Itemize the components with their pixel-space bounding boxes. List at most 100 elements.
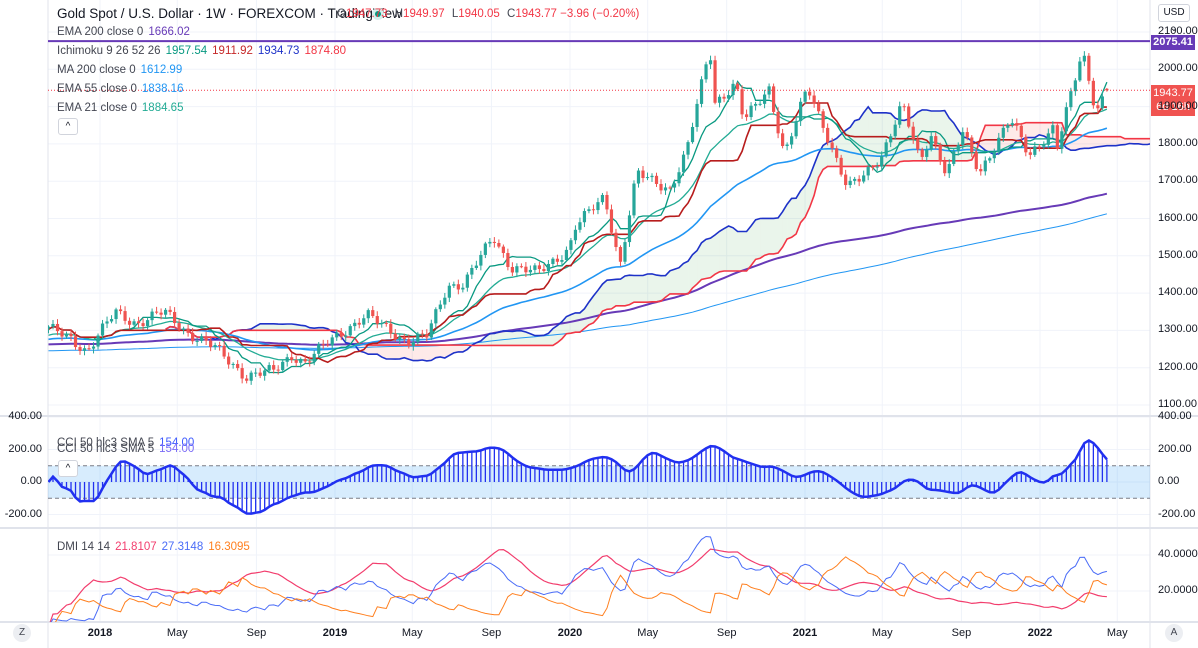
cloud-segment (728, 226, 734, 272)
candle-body (600, 194, 605, 203)
candle-body (1087, 55, 1091, 81)
candle (429, 319, 433, 340)
candle-body (609, 209, 614, 233)
collapse-cci-legend-button[interactable]: ^ (58, 460, 78, 477)
candle-body (650, 175, 654, 178)
candle (578, 217, 582, 233)
cci-tick-label: 0.00 (1158, 475, 1180, 487)
cci-tick-label-left: 400.00 (8, 410, 42, 422)
time-tick-label: 2018 (87, 627, 113, 639)
candle (78, 344, 82, 355)
candle (573, 225, 578, 245)
candle-body (78, 347, 82, 351)
cloud-segment (1152, 139, 1157, 144)
candle-body (1078, 61, 1082, 81)
legend-cci-2[interactable]: CCI 50 hlc3 SMA 5 154.00 (57, 443, 199, 455)
time-tick-label: Sep (246, 627, 267, 639)
legend-ma200[interactable]: MA 200 close 0 1612.99 (57, 64, 187, 76)
candle-body (82, 348, 87, 351)
candle-body (1037, 146, 1041, 148)
candle (204, 331, 208, 345)
candle-body (231, 363, 235, 365)
cci-tick-label: 200.00 (1158, 442, 1192, 455)
candle (1087, 53, 1091, 85)
cloud-segment (692, 250, 698, 288)
candle (1073, 78, 1077, 96)
candle (979, 164, 983, 176)
currency-select[interactable]: USD ⌄ (1158, 4, 1190, 34)
legend-ichimoku[interactable]: Ichimoku 9 26 52 26 1957.54 1911.92 1934.73… (57, 45, 351, 57)
candle (546, 259, 551, 276)
cloud-segment (1097, 136, 1103, 147)
candle-body (425, 334, 429, 338)
candle-body (497, 243, 501, 247)
candle-body (681, 154, 686, 173)
candle-body (911, 126, 915, 140)
zoom-reset-button[interactable]: Z (13, 624, 31, 642)
candle-body (555, 258, 560, 262)
candle (596, 197, 600, 215)
candle (438, 300, 442, 312)
candle-body (60, 331, 64, 337)
cloud-segment (368, 345, 373, 355)
candle (452, 281, 456, 288)
auto-scale-button[interactable]: A (1165, 624, 1183, 642)
candle (826, 123, 830, 146)
candle-body (717, 96, 722, 103)
legend-ema55[interactable]: EMA 55 close 0 1838.16 (57, 83, 188, 95)
candle (587, 206, 591, 214)
candle-body (443, 297, 447, 305)
price-tick-label: 2100.00 (1158, 25, 1198, 37)
candle (375, 311, 379, 329)
candle-body (209, 340, 213, 348)
candle-body (848, 180, 852, 186)
collapse-legend-button[interactable]: ^ (58, 118, 78, 135)
cloud-segment (570, 312, 576, 334)
cloud-segment (715, 231, 720, 275)
cloud-segment (719, 228, 725, 272)
candle-body (73, 336, 78, 348)
cloud-segment (706, 238, 711, 279)
candle (771, 83, 776, 115)
candle-body (785, 144, 789, 147)
candle-body (947, 163, 951, 174)
cloud-segment (931, 110, 936, 161)
candle (627, 210, 632, 247)
cci-tick-label: 400.00 (1158, 410, 1192, 422)
candle (236, 360, 240, 371)
time-tick-label: May (401, 627, 423, 639)
candle-body (997, 137, 1001, 153)
candle-body (1064, 107, 1068, 132)
legend-ema200[interactable]: EMA 200 close 0 1666.02 (57, 26, 195, 38)
candle-body (384, 322, 388, 324)
candle-body (582, 211, 587, 223)
candle (839, 154, 843, 177)
candle-body (96, 335, 100, 347)
candle-body (952, 151, 956, 164)
candle-body (1055, 125, 1059, 149)
candle (105, 316, 109, 329)
candle-body (51, 323, 55, 327)
candle-body (240, 368, 244, 379)
candle-body (182, 328, 186, 330)
candle (799, 97, 803, 126)
candle (1069, 87, 1073, 111)
candle-body (506, 253, 510, 267)
candle (812, 90, 816, 108)
candle (470, 264, 474, 280)
legend-label: EMA 55 close 0 (57, 83, 137, 95)
candle (677, 167, 681, 187)
cloud-segment (683, 261, 689, 294)
candle-body (326, 344, 330, 346)
candle-body (438, 304, 442, 310)
candle-body (853, 178, 857, 181)
candle (717, 94, 722, 108)
candle-body (618, 247, 623, 262)
candle-body (303, 358, 307, 362)
cloud-segment (746, 225, 752, 272)
legend-dmi[interactable]: DMI 14 14 21.8107 27.3148 16.3095 (57, 541, 255, 553)
candle-body (501, 246, 505, 254)
legend-ema21[interactable]: EMA 21 close 0 1884.65 (57, 102, 188, 114)
candle (623, 237, 627, 265)
candle (362, 314, 366, 328)
